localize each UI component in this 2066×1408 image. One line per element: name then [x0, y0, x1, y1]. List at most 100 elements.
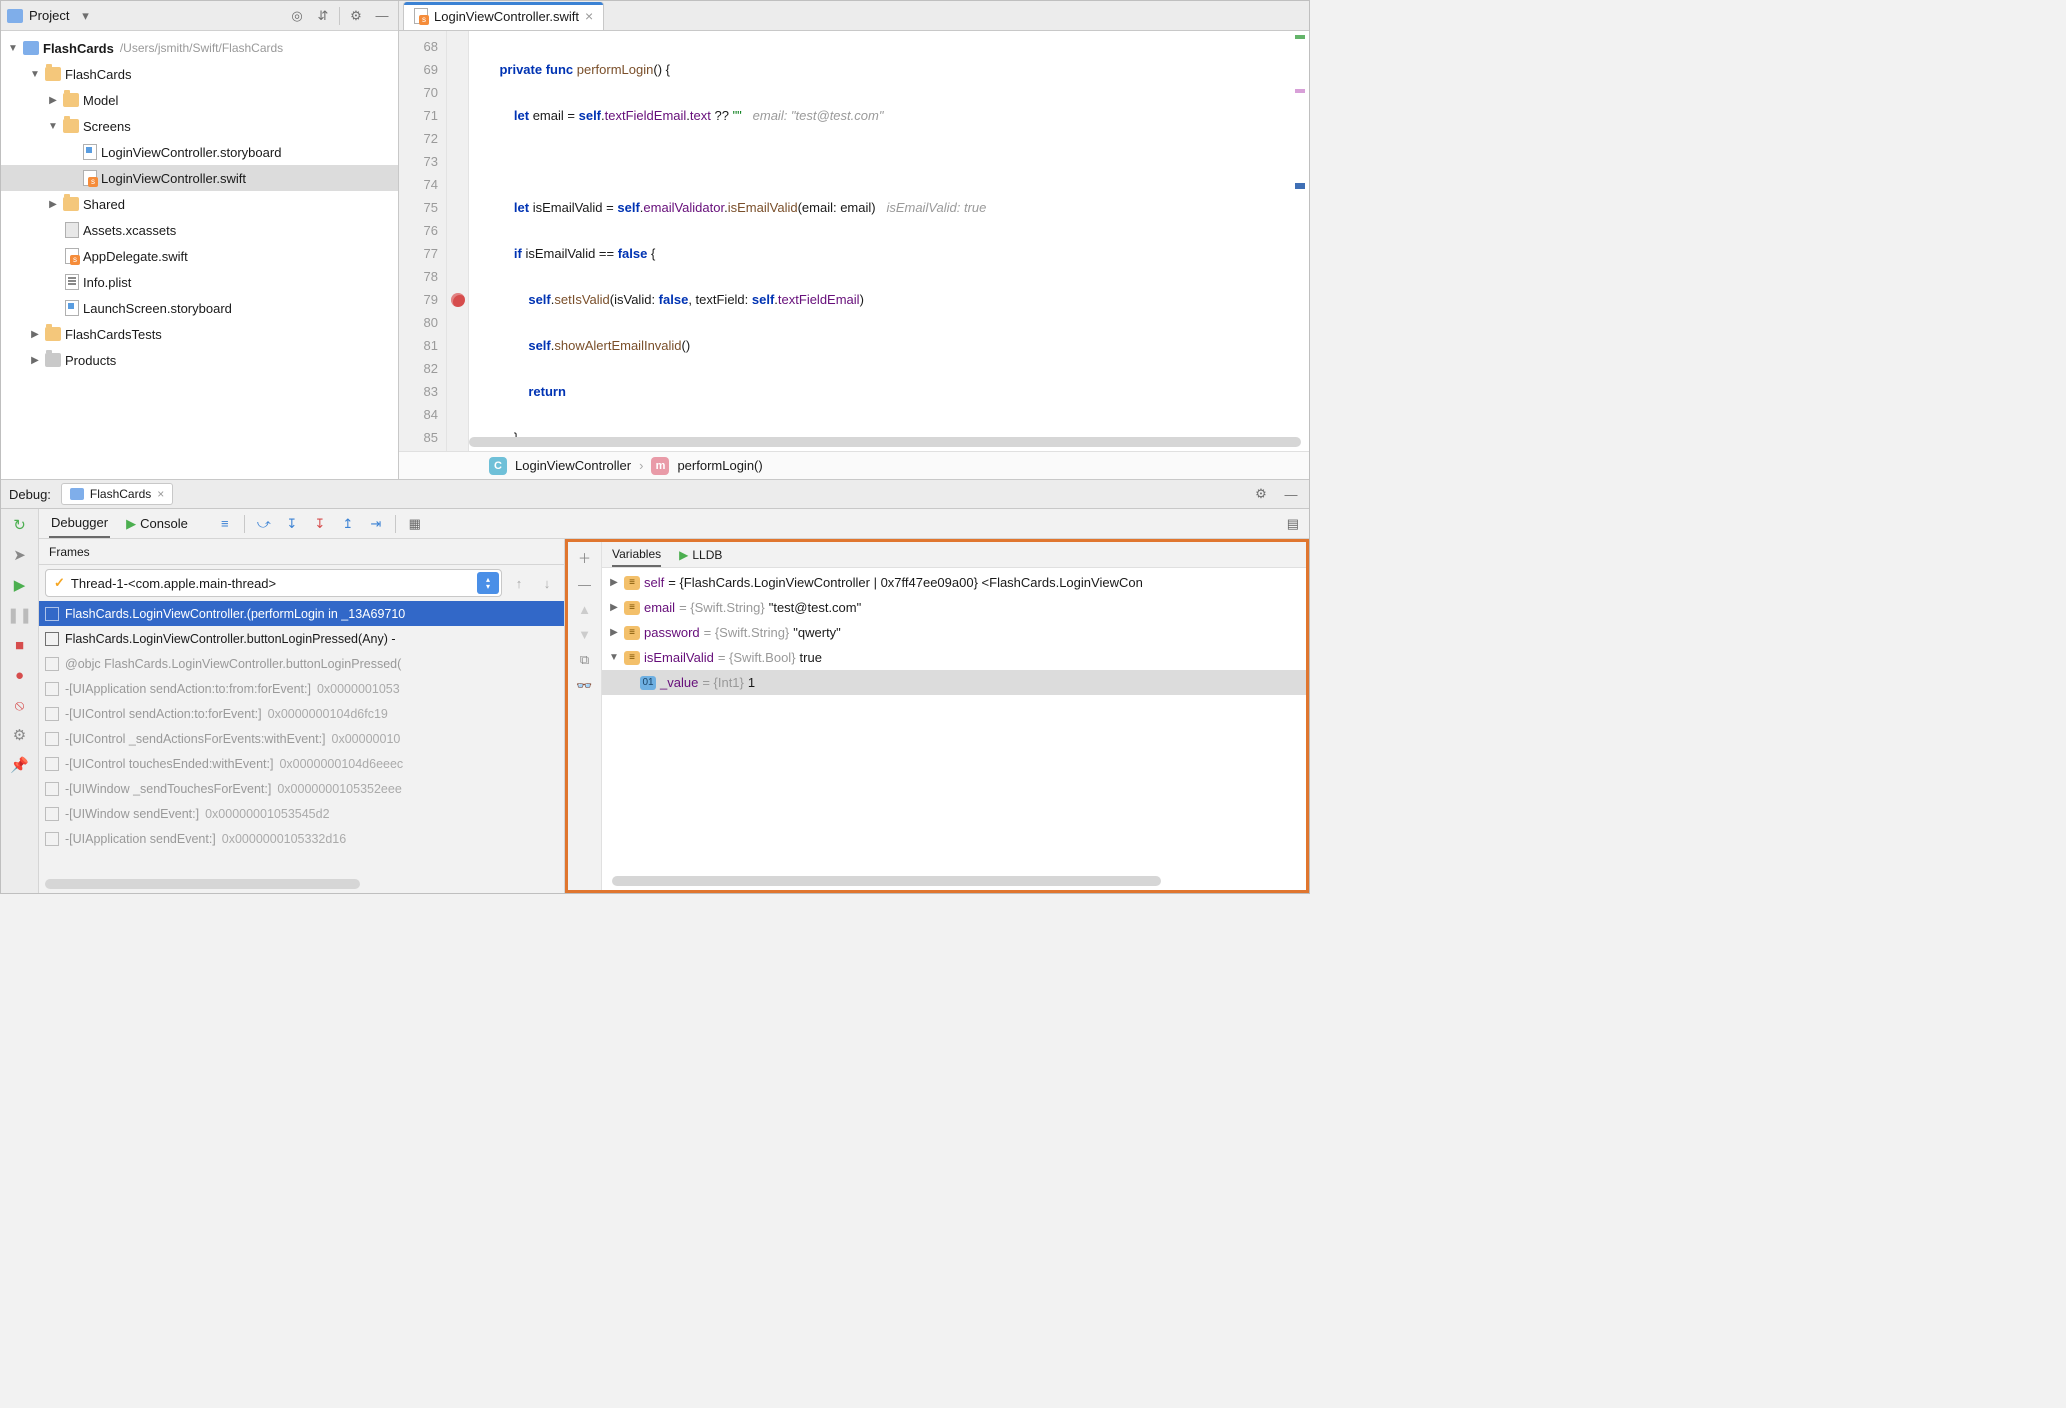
editor-tab[interactable]: LoginViewController.swift × — [403, 2, 604, 30]
show-execution-icon[interactable]: ≡ — [216, 515, 234, 533]
copy-icon[interactable]: ⧉ — [580, 652, 589, 668]
frames-list[interactable]: FlashCards.LoginViewController.(performL… — [39, 601, 564, 893]
debug-session-bar: Debug: FlashCards × ⚙ — — [1, 479, 1309, 509]
breakpoint-gutter[interactable] — [447, 31, 469, 451]
tree-root-path: /Users/jsmith/Swift/FlashCards — [120, 41, 283, 55]
tree-file[interactable]: LoginViewController.storyboard — [1, 139, 398, 165]
project-icon — [7, 9, 23, 23]
frame-row[interactable]: FlashCards.LoginViewController.buttonLog… — [39, 626, 564, 651]
horizontal-scrollbar[interactable] — [612, 876, 1161, 886]
watch-icon[interactable]: 👓 — [576, 678, 592, 694]
project-header: Project ▾ ◎ ⇵ ⚙ — — [1, 1, 398, 31]
close-icon[interactable]: × — [585, 8, 593, 24]
run-to-cursor-icon[interactable]: ⇥ — [367, 515, 385, 533]
breadcrumb[interactable]: C LoginViewController › m performLogin() — [399, 451, 1309, 479]
tree-folder[interactable]: ▶Model — [1, 87, 398, 113]
debug-label: Debug: — [9, 487, 51, 502]
step-out-icon[interactable]: ↥ — [339, 515, 357, 533]
project-dropdown-label[interactable]: Project — [29, 8, 69, 23]
layout-icon[interactable]: ▤ — [1287, 516, 1299, 532]
breakpoint-marker-icon[interactable] — [451, 293, 465, 307]
thread-selector[interactable]: ✓ Thread-1-<com.apple.main-thread> ▴▾ — [45, 569, 502, 597]
tree-file[interactable]: LaunchScreen.storyboard — [1, 295, 398, 321]
breadcrumb-class[interactable]: LoginViewController — [515, 458, 631, 473]
debug-side-toolbar: ↻ ➤ ▶ ❚❚ ■ ● ⦸ ⚙ 📌 — [1, 509, 39, 893]
pause-icon[interactable]: ❚❚ — [10, 605, 30, 625]
frame-row[interactable]: -[UIWindow _sendTouchesForEvent:] 0x0000… — [39, 776, 564, 801]
prev-frame-icon[interactable]: ↑ — [508, 572, 530, 594]
frame-row[interactable]: @objc FlashCards.LoginViewController.but… — [39, 651, 564, 676]
tree-file[interactable]: Info.plist — [1, 269, 398, 295]
frames-title: Frames — [39, 539, 564, 565]
debug-panel: ↻ ➤ ▶ ❚❚ ■ ● ⦸ ⚙ 📌 Debugger ▶Console ≡ ⤻… — [1, 509, 1309, 893]
breadcrumb-method[interactable]: performLogin() — [677, 458, 762, 473]
gear-icon[interactable]: ⚙ — [346, 6, 366, 26]
tree-folder[interactable]: ▶Shared — [1, 191, 398, 217]
variable-row[interactable]: ▶≡ email = {Swift.String} "test@test.com… — [602, 595, 1306, 620]
remove-watch-icon[interactable]: — — [578, 577, 591, 592]
tree-folder[interactable]: ▶FlashCardsTests — [1, 321, 398, 347]
tree-file[interactable]: Assets.xcassets — [1, 217, 398, 243]
tree-folder[interactable]: ▼Screens — [1, 113, 398, 139]
code-editor[interactable]: 686970 717273 747576 777879 808182 83848… — [399, 31, 1309, 451]
editor-marks — [1295, 35, 1307, 239]
line-gutter[interactable]: 686970 717273 747576 777879 808182 83848… — [399, 31, 447, 451]
close-icon[interactable]: × — [157, 487, 164, 501]
stop-icon[interactable]: ■ — [10, 635, 30, 655]
project-tree[interactable]: ▼ FlashCards /Users/jsmith/Swift/FlashCa… — [1, 31, 398, 479]
view-breakpoints-icon[interactable]: ● — [10, 665, 30, 685]
expand-icon[interactable]: ⇵ — [313, 6, 333, 26]
frames-panel: Frames ✓ Thread-1-<com.apple.main-thread… — [39, 539, 565, 893]
pin-icon[interactable]: 📌 — [10, 755, 30, 775]
frame-row[interactable]: -[UIControl touchesEnded:withEvent:] 0x0… — [39, 751, 564, 776]
variable-row[interactable]: ▼≡ isEmailValid = {Swift.Bool} true — [602, 645, 1306, 670]
tree-folder[interactable]: ▶Products — [1, 347, 398, 373]
settings-icon[interactable]: ⚙ — [10, 725, 30, 745]
debug-session-tab[interactable]: FlashCards × — [61, 483, 173, 505]
method-badge-icon: m — [651, 457, 669, 475]
variable-row[interactable]: ▶≡ self = {FlashCards.LoginViewControlle… — [602, 570, 1306, 595]
variable-row[interactable]: 01 _value = {Int1} 1 — [602, 670, 1306, 695]
tree-root-label: FlashCards — [43, 41, 114, 56]
tab-variables[interactable]: Variables — [612, 543, 661, 567]
frame-row[interactable]: -[UIControl _sendActionsForEvents:withEv… — [39, 726, 564, 751]
tree-file-selected[interactable]: LoginViewController.swift — [1, 165, 398, 191]
next-frame-icon[interactable]: ↓ — [536, 572, 558, 594]
app-icon — [70, 488, 84, 500]
gear-icon[interactable]: ⚙ — [1251, 484, 1271, 504]
horizontal-scrollbar[interactable] — [45, 879, 360, 889]
up-icon[interactable]: ▲ — [578, 602, 591, 617]
mute-breakpoints-icon[interactable]: ⦸ — [10, 695, 30, 715]
tab-lldb[interactable]: ▶LLDB — [679, 544, 722, 566]
frame-row[interactable]: FlashCards.LoginViewController.(performL… — [39, 601, 564, 626]
chevron-down-icon[interactable]: ▾ — [75, 6, 95, 26]
navigate-icon[interactable]: ➤ — [10, 545, 30, 565]
step-into-icon[interactable]: ↧ — [283, 515, 301, 533]
evaluate-icon[interactable]: ▦ — [406, 515, 424, 533]
tab-console[interactable]: ▶Console — [124, 510, 190, 538]
variables-tree[interactable]: ▶≡ self = {FlashCards.LoginViewControlle… — [602, 568, 1306, 890]
resume-icon[interactable]: ▶ — [10, 575, 30, 595]
minimize-icon[interactable]: — — [1281, 484, 1301, 504]
horizontal-scrollbar[interactable] — [469, 437, 1301, 447]
frame-row[interactable]: -[UIWindow sendEvent:] 0x00000001053545d… — [39, 801, 564, 826]
frame-row[interactable]: -[UIApplication sendEvent:] 0x0000000105… — [39, 826, 564, 851]
swift-file-icon — [414, 8, 428, 24]
tab-debugger[interactable]: Debugger — [49, 509, 110, 538]
code-lines[interactable]: private func performLogin() { let email … — [469, 31, 1309, 451]
down-icon[interactable]: ▼ — [578, 627, 591, 642]
frame-row[interactable]: -[UIControl sendAction:to:forEvent:] 0x0… — [39, 701, 564, 726]
editor-tabbar: LoginViewController.swift × — [399, 1, 1309, 31]
frame-row[interactable]: -[UIApplication sendAction:to:from:forEv… — [39, 676, 564, 701]
variable-row[interactable]: ▶≡ password = {Swift.String} "qwerty" — [602, 620, 1306, 645]
rerun-icon[interactable]: ↻ — [10, 515, 30, 535]
tree-file[interactable]: AppDelegate.swift — [1, 243, 398, 269]
dropdown-icon[interactable]: ▴▾ — [477, 572, 499, 594]
tree-root[interactable]: ▼ FlashCards /Users/jsmith/Swift/FlashCa… — [1, 35, 398, 61]
minimize-icon[interactable]: — — [372, 6, 392, 26]
add-watch-icon[interactable]: ＋ — [578, 548, 591, 567]
step-over-icon[interactable]: ⤻ — [255, 515, 273, 533]
tree-folder[interactable]: ▼FlashCards — [1, 61, 398, 87]
force-step-into-icon[interactable]: ↧ — [311, 515, 329, 533]
target-icon[interactable]: ◎ — [287, 6, 307, 26]
